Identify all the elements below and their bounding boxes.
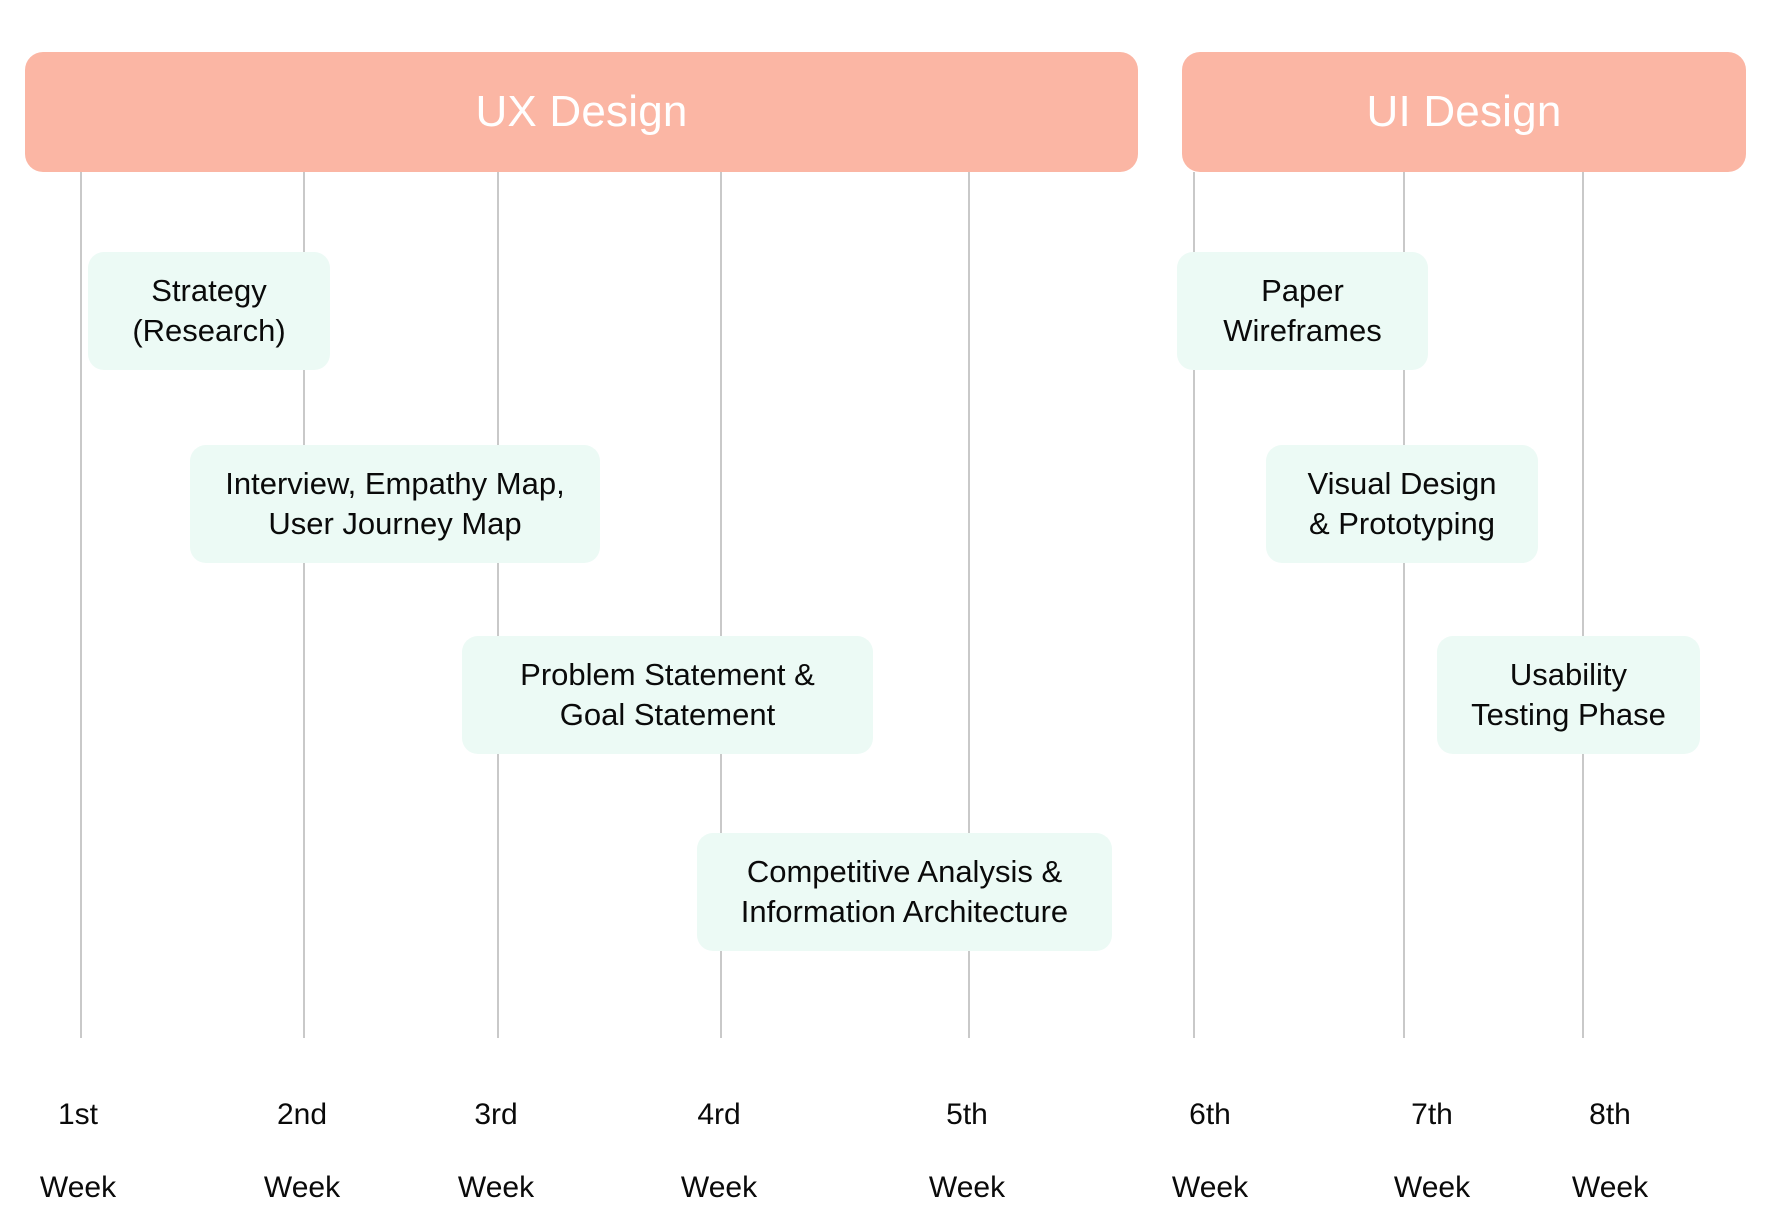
week-label-3: 3rd Week bbox=[416, 1060, 576, 1224]
week-label-5-ordinal: 5th bbox=[946, 1097, 988, 1131]
task-card-problem-statement-label: Problem Statement & Goal Statement bbox=[520, 656, 815, 732]
task-card-interview[interactable]: Interview, Empathy Map, User Journey Map bbox=[190, 445, 600, 563]
task-card-visual-design[interactable]: Visual Design & Prototyping bbox=[1266, 445, 1538, 563]
phase-header-ux-design-label: UX Design bbox=[475, 87, 688, 136]
week-label-4: 4rd Week bbox=[639, 1060, 799, 1224]
week-gridline-3 bbox=[497, 172, 499, 1038]
week-label-3-ordinal: 3rd bbox=[474, 1097, 518, 1131]
week-label-7: 7th Week bbox=[1352, 1060, 1512, 1224]
week-label-2-ordinal: 2nd bbox=[276, 1097, 328, 1131]
week-gridline-8 bbox=[1582, 172, 1584, 1038]
task-card-strategy-label: Strategy (Research) bbox=[132, 272, 286, 348]
week-label-5-word: Week bbox=[928, 1170, 1006, 1204]
week-label-2: 2nd Week bbox=[222, 1060, 382, 1224]
week-label-8: 8th Week bbox=[1530, 1060, 1690, 1224]
timeline-diagram: UX Design UI Design 1st Week 2nd Week 3r… bbox=[0, 0, 1780, 1224]
task-card-visual-design-label: Visual Design & Prototyping bbox=[1307, 465, 1497, 541]
week-label-6-word: Week bbox=[1171, 1170, 1249, 1204]
week-label-6-ordinal: 6th bbox=[1189, 1097, 1231, 1131]
task-card-competitive-analysis-label: Competitive Analysis & Information Archi… bbox=[740, 853, 1069, 929]
week-label-8-word: Week bbox=[1571, 1170, 1649, 1204]
week-label-1-ordinal: 1st bbox=[57, 1097, 99, 1131]
phase-header-ui-design: UI Design bbox=[1182, 52, 1746, 172]
week-label-8-ordinal: 8th bbox=[1589, 1097, 1631, 1131]
task-card-strategy[interactable]: Strategy (Research) bbox=[88, 252, 330, 370]
task-card-problem-statement[interactable]: Problem Statement & Goal Statement bbox=[462, 636, 873, 754]
week-label-7-ordinal: 7th bbox=[1411, 1097, 1453, 1131]
week-label-3-word: Week bbox=[457, 1170, 535, 1204]
week-label-4-word: Week bbox=[680, 1170, 758, 1204]
task-card-usability-testing-label: Usability Testing Phase bbox=[1471, 656, 1666, 732]
week-label-4-ordinal: 4rd bbox=[697, 1097, 741, 1131]
week-label-1: 1st Week bbox=[0, 1060, 158, 1224]
phase-header-ui-design-label: UI Design bbox=[1366, 87, 1562, 136]
week-label-2-word: Week bbox=[263, 1170, 341, 1204]
task-card-interview-label: Interview, Empathy Map, User Journey Map bbox=[225, 465, 565, 541]
week-label-5: 5th Week bbox=[887, 1060, 1047, 1224]
week-label-1-word: Week bbox=[39, 1170, 117, 1204]
week-label-6: 6th Week bbox=[1130, 1060, 1290, 1224]
phase-header-ux-design: UX Design bbox=[25, 52, 1138, 172]
task-card-competitive-analysis[interactable]: Competitive Analysis & Information Archi… bbox=[697, 833, 1112, 951]
task-card-paper-wireframes[interactable]: Paper Wireframes bbox=[1177, 252, 1428, 370]
week-label-7-word: Week bbox=[1393, 1170, 1471, 1204]
week-gridline-1 bbox=[80, 172, 82, 1038]
task-card-usability-testing[interactable]: Usability Testing Phase bbox=[1437, 636, 1700, 754]
task-card-paper-wireframes-label: Paper Wireframes bbox=[1223, 272, 1382, 348]
